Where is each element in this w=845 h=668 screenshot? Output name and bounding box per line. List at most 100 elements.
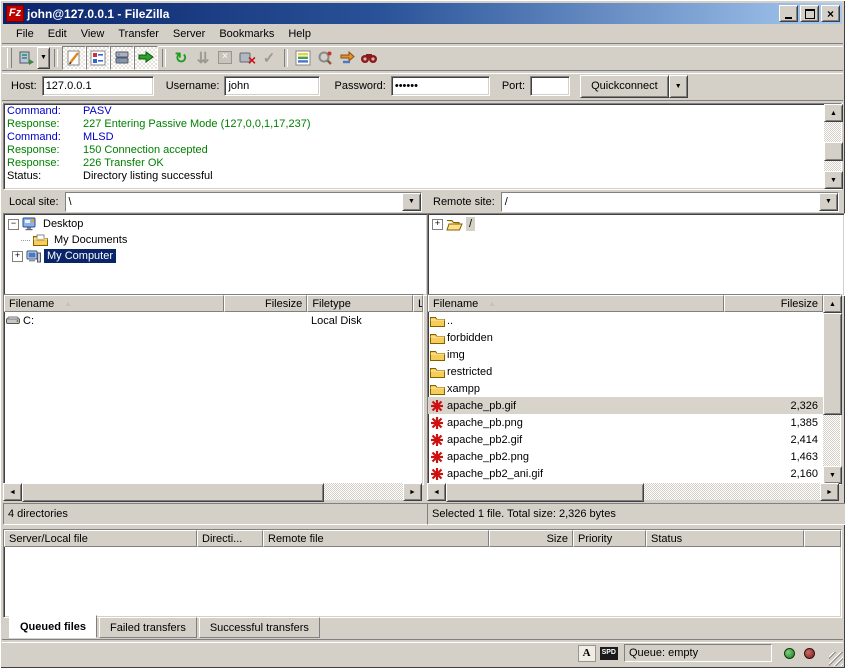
cancel-operation-button[interactable]: × — [214, 47, 236, 69]
maximize-button[interactable] — [800, 5, 819, 22]
menu-server[interactable]: Server — [166, 26, 212, 42]
scrollbar-track[interactable] — [823, 415, 840, 466]
site-manager-button[interactable] — [15, 47, 37, 69]
directory-comparison-button[interactable] — [314, 47, 336, 69]
collapse-icon[interactable]: − — [8, 219, 19, 230]
scrollbar-track[interactable] — [824, 122, 841, 142]
remote-list-vertical-scrollbar[interactable]: ▲ ▼ — [823, 295, 840, 484]
scroll-up-button[interactable]: ▲ — [823, 295, 842, 313]
column-header-direction[interactable]: Directi... — [197, 530, 263, 547]
title-bar[interactable]: Fz john@127.0.0.1 - FileZilla × — [3, 3, 842, 24]
refresh-button[interactable]: ↻ — [170, 47, 192, 69]
scrollbar-track[interactable] — [824, 161, 841, 171]
column-header-size[interactable]: Size — [489, 530, 573, 547]
scroll-down-button[interactable]: ▼ — [824, 171, 843, 189]
scrollbar-thumb[interactable] — [22, 483, 324, 502]
scroll-left-button[interactable]: ◄ — [3, 483, 22, 501]
menu-view[interactable]: View — [74, 26, 112, 42]
menu-file[interactable]: File — [9, 26, 41, 42]
log-vertical-scrollbar[interactable]: ▲ ▼ — [824, 104, 841, 189]
remote-file-row[interactable]: xampp — [428, 380, 823, 397]
scrollbar-thumb[interactable] — [446, 483, 644, 502]
tab-successful-transfers[interactable]: Successful transfers — [199, 617, 320, 638]
menu-bookmarks[interactable]: Bookmarks — [212, 26, 281, 42]
scroll-right-button[interactable]: ► — [403, 483, 422, 501]
column-header-filesize[interactable]: Filesize — [724, 295, 823, 312]
local-file-row[interactable]: C: Local Disk — [4, 312, 423, 329]
remote-file-row[interactable]: apache_pb2_ani.gif 2,160 — [428, 465, 823, 482]
disconnect-button[interactable]: × — [236, 47, 258, 69]
remote-file-row[interactable]: img — [428, 346, 823, 363]
tree-item-my-documents[interactable]: My Documents — [8, 232, 427, 248]
column-header-remote-file[interactable]: Remote file — [263, 530, 489, 547]
port-input[interactable] — [530, 76, 570, 96]
column-header-server-local-file[interactable]: Server/Local file — [4, 530, 197, 547]
local-site-combo[interactable]: \ ▼ — [65, 192, 422, 212]
remote-directory-tree: + / — [427, 213, 845, 296]
scroll-left-button[interactable]: ◄ — [427, 483, 446, 501]
toggle-message-log-button[interactable] — [62, 46, 86, 70]
remote-file-row[interactable]: apache_pb2.png 1,463 — [428, 448, 823, 465]
quickconnect-bar: Host: Username: Password: Port: Quickcon… — [3, 72, 842, 100]
resize-grip[interactable] — [829, 652, 843, 666]
remote-file-row-selected[interactable]: apache_pb.gif 2,326 — [428, 397, 823, 414]
tab-failed-transfers[interactable]: Failed transfers — [99, 617, 197, 638]
file-size: 1,463 — [732, 451, 823, 463]
scroll-right-button[interactable]: ► — [820, 483, 839, 501]
username-input[interactable] — [224, 76, 320, 96]
column-header-filesize[interactable]: Filesize — [224, 295, 307, 312]
close-button[interactable]: × — [821, 5, 840, 22]
scrollbar-track[interactable] — [644, 483, 820, 500]
remote-site-combo[interactable]: / ▼ — [501, 192, 839, 212]
find-files-button[interactable] — [358, 47, 380, 69]
column-header-filename[interactable]: Filename ▲ — [428, 295, 724, 312]
expand-icon[interactable]: + — [12, 251, 23, 262]
host-input[interactable] — [42, 76, 154, 96]
remote-file-row[interactable]: restricted — [428, 363, 823, 380]
tree-item-root[interactable]: + / — [432, 216, 844, 232]
file-name: apache_pb2_ani.gif — [447, 468, 732, 480]
quickconnect-dropdown[interactable]: ▼ — [669, 75, 688, 98]
local-site-dropdown[interactable]: ▼ — [402, 193, 421, 211]
reconnect-button[interactable]: ✓ — [258, 47, 280, 69]
column-header-status[interactable]: Status — [646, 530, 804, 547]
remote-file-row[interactable]: apache_pb.png 1,385 — [428, 414, 823, 431]
scroll-down-button[interactable]: ▼ — [823, 466, 842, 484]
file-size: 2,414 — [732, 434, 823, 446]
synchronized-browsing-button[interactable] — [336, 47, 358, 69]
scrollbar-track[interactable] — [324, 483, 403, 500]
menu-help[interactable]: Help — [281, 26, 318, 42]
toggle-transfer-queue-button[interactable] — [134, 46, 158, 70]
column-header-priority[interactable]: Priority — [573, 530, 646, 547]
remote-file-row[interactable]: forbidden — [428, 329, 823, 346]
column-header-modified[interactable]: L — [413, 295, 423, 312]
scrollbar-thumb[interactable] — [824, 142, 843, 161]
toggle-directory-tree-button[interactable] — [86, 46, 110, 70]
minimize-button[interactable] — [779, 5, 798, 22]
toggle-remote-pane-button[interactable] — [110, 46, 134, 70]
scroll-up-button[interactable]: ▲ — [824, 104, 843, 122]
toolbar-grip[interactable] — [7, 48, 12, 68]
local-list-horizontal-scrollbar[interactable]: ◄ ► — [3, 483, 422, 500]
speed-limit-indicator[interactable]: SPD — [600, 647, 618, 660]
tree-item-desktop[interactable]: − Desktop — [8, 216, 427, 232]
scrollbar-thumb[interactable] — [823, 313, 842, 415]
expand-icon[interactable]: + — [432, 219, 443, 230]
column-header-filename[interactable]: Filename ▲ — [4, 295, 224, 312]
remote-file-row[interactable]: .. — [428, 312, 823, 329]
password-input[interactable] — [391, 76, 490, 96]
transfer-type-indicator[interactable]: A — [578, 645, 596, 662]
process-queue-button[interactable]: ⇊ — [192, 47, 214, 69]
remote-list-horizontal-scrollbar[interactable]: ◄ ► — [427, 483, 839, 500]
menu-transfer[interactable]: Transfer — [111, 26, 166, 42]
filezilla-logo-icon: Fz — [6, 5, 24, 22]
remote-file-row[interactable]: apache_pb2.gif 2,414 — [428, 431, 823, 448]
site-manager-dropdown[interactable]: ▼ — [37, 47, 50, 69]
column-header-filetype[interactable]: Filetype — [307, 295, 413, 312]
tree-item-my-computer[interactable]: + My Computer — [8, 248, 427, 264]
tab-queued-files[interactable]: Queued files — [9, 615, 97, 638]
directory-filters-button[interactable] — [292, 47, 314, 69]
remote-site-dropdown[interactable]: ▼ — [819, 193, 838, 211]
quickconnect-button[interactable]: Quickconnect — [580, 75, 669, 98]
menu-edit[interactable]: Edit — [41, 26, 74, 42]
